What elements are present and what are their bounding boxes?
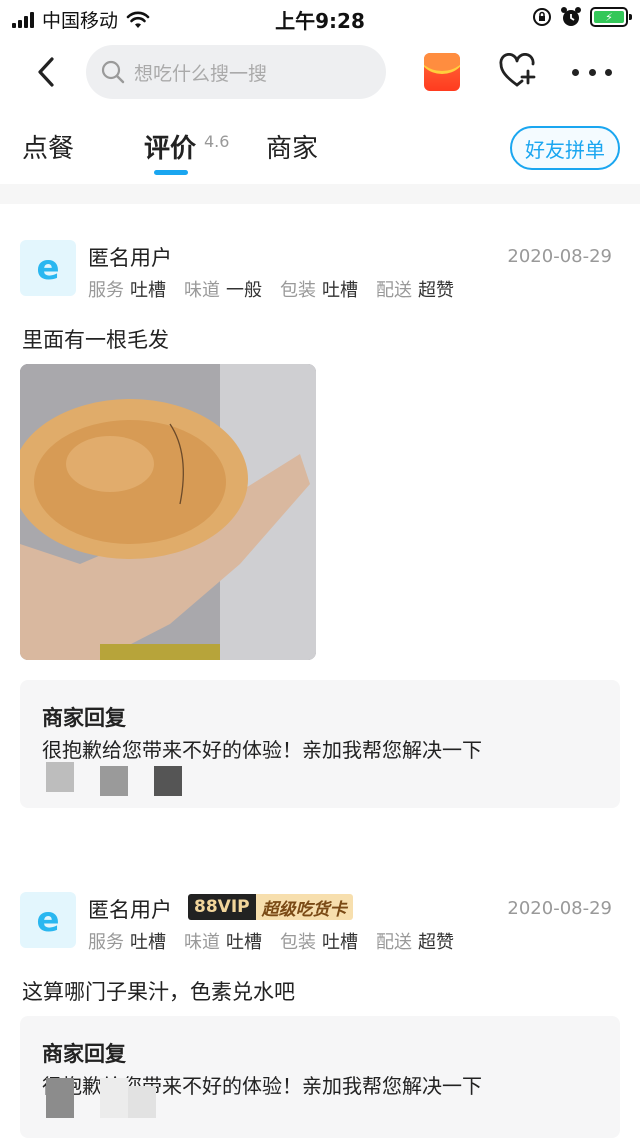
redacted-mosaic bbox=[154, 766, 182, 796]
redacted-mosaic bbox=[100, 766, 128, 796]
eleme-logo-icon: e bbox=[36, 900, 60, 940]
heart-plus-icon[interactable] bbox=[498, 53, 536, 89]
search-input[interactable]: 想吃什么搜一搜 bbox=[86, 45, 386, 99]
battery-icon: ⚡ bbox=[590, 7, 632, 27]
search-icon bbox=[101, 60, 125, 84]
group-order-button[interactable]: 好友拼单 bbox=[510, 126, 620, 170]
vip-label: 88VIP bbox=[188, 894, 256, 920]
rating-packaging: 包装 吐槽 bbox=[280, 280, 358, 301]
review-item: e 匿名用户 2020-08-29 服务 吐槽 味道 一般 包装 吐槽 配送 超赞 里面… bbox=[0, 204, 640, 824]
rating-service: 服务 吐槽 bbox=[88, 932, 166, 953]
avatar: e bbox=[20, 240, 76, 296]
red-packet-icon[interactable] bbox=[424, 53, 460, 91]
review-score: 4.6 bbox=[204, 132, 230, 151]
search-placeholder: 想吃什么搜一搜 bbox=[134, 62, 268, 85]
orientation-lock-icon bbox=[533, 8, 551, 26]
tab-active-indicator bbox=[154, 170, 188, 175]
tab-bar: 点餐 评价 4.6 商家 好友拼单 bbox=[0, 118, 640, 184]
rating-taste: 味道 一般 bbox=[184, 280, 262, 301]
review-text: 这算哪门子果汁，色素兑水吧 bbox=[22, 980, 295, 1004]
back-icon[interactable] bbox=[30, 54, 66, 90]
reply-title: 商家回复 bbox=[42, 706, 126, 730]
rating-delivery: 配送 超赞 bbox=[376, 280, 454, 301]
tab-review-label: 评价 bbox=[144, 134, 197, 164]
eleme-logo-icon: e bbox=[36, 248, 60, 288]
more-icon[interactable] bbox=[572, 60, 612, 84]
review-photo[interactable] bbox=[20, 364, 316, 660]
section-divider bbox=[0, 184, 640, 204]
review-date: 2020-08-29 bbox=[507, 246, 612, 267]
tab-merchant[interactable]: 商家 bbox=[266, 128, 318, 165]
reply-title: 商家回复 bbox=[42, 1042, 126, 1066]
photo-content bbox=[20, 364, 316, 660]
rating-row: 服务 吐槽 味道 一般 包装 吐槽 配送 超赞 bbox=[88, 276, 454, 302]
rating-taste: 味道 吐槽 bbox=[184, 932, 262, 953]
vip-card-label: 超级吃货卡 bbox=[255, 894, 353, 920]
rating-delivery: 配送 超赞 bbox=[376, 932, 454, 953]
review-item: e 匿名用户 88VIP 超级吃货卡 2020-08-29 服务 吐槽 味道 吐槽 … bbox=[0, 856, 640, 1138]
rating-row: 服务 吐槽 味道 吐槽 包装 吐槽 配送 超赞 bbox=[88, 928, 454, 954]
merchant-reply: 商家回复 很抱歉给您带来不好的体验！亲加我帮您解决一下 bbox=[20, 1016, 620, 1138]
reply-text: 很抱歉给您带来不好的体验！亲加我帮您解决一下 bbox=[42, 738, 482, 762]
redacted-mosaic bbox=[46, 762, 74, 792]
redacted-mosaic bbox=[46, 1078, 74, 1118]
rating-packaging: 包装 吐槽 bbox=[280, 932, 358, 953]
merchant-reply: 商家回复 很抱歉给您带来不好的体验！亲加我帮您解决一下 bbox=[20, 680, 620, 808]
avatar: e bbox=[20, 892, 76, 948]
alarm-icon bbox=[561, 7, 581, 26]
redacted-mosaic bbox=[128, 1086, 156, 1118]
user-name: 匿名用户 bbox=[88, 898, 172, 922]
vip-badge: 88VIP 超级吃货卡 bbox=[188, 894, 353, 920]
header: 想吃什么搜一搜 bbox=[0, 40, 640, 104]
status-bar: 中国移动 上午9:28 ⚡ bbox=[0, 0, 640, 36]
review-date: 2020-08-29 bbox=[507, 898, 612, 919]
rating-service: 服务 吐槽 bbox=[88, 280, 166, 301]
user-name: 匿名用户 bbox=[88, 246, 172, 270]
tab-review[interactable]: 评价 4.6 bbox=[144, 128, 229, 165]
tab-order[interactable]: 点餐 bbox=[22, 128, 74, 165]
redacted-mosaic bbox=[100, 1078, 128, 1118]
review-text: 里面有一根毛发 bbox=[22, 328, 169, 352]
